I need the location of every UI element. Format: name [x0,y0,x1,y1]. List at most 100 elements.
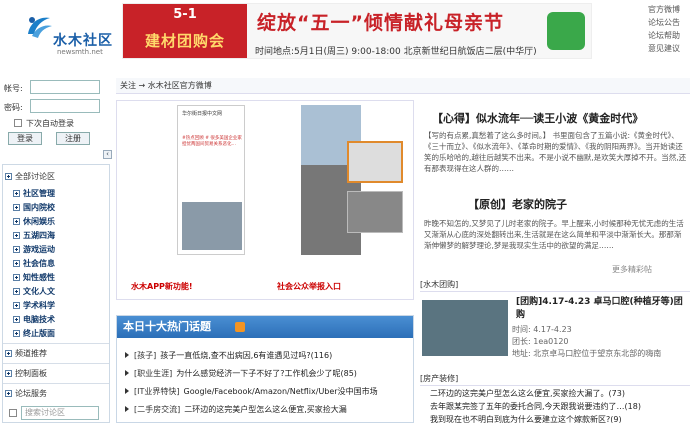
weibo-image-photo [182,202,242,250]
tuangou-title[interactable]: [团购]4.17-4.23 卓马口腔(种植牙等)团购 [516,296,688,322]
house-topic-title: 我到现在也不明白到底为什么要建立这个嫁款新区? [430,415,611,423]
hot-topic-count: (85) [340,369,357,378]
sidebar-item-regions[interactable]: 五湖四海 [13,230,55,241]
weibo-image-title: 华尔街日报中文网 [182,111,223,117]
banner-subtitle: 时间地点:5月1日(周三) 9:00-18:00 北京新世纪日航饭店二层(中华厅… [255,47,537,57]
hot-topic-title: 为什么感觉经济一下子不好了?工作机会少了呢 [176,369,341,378]
divider [3,343,109,344]
logo-swirl-icon [28,17,52,38]
plus-icon [13,190,20,197]
arrow-right-icon [125,388,129,394]
hot-topic-board: [IT业界特快] [134,387,180,396]
sidebar-item-science[interactable]: 学术科学 [13,300,55,311]
sidebar-item-schools[interactable]: 国内院校 [13,202,55,213]
top-links: 官方微博 论坛公告 论坛帮助 意见建议 [648,3,690,55]
sidebar-item-culture[interactable]: 文化人文 [13,286,55,297]
site-logo[interactable]: 水木社区 newsmth.net [20,8,120,58]
sidebar-item-label: 文化人文 [23,287,55,296]
minus-icon [5,173,12,180]
username-label: 帐号: [4,84,23,93]
divider [3,363,109,364]
weibo-thumbnail[interactable] [347,191,403,233]
house-topic-count: (9) [610,415,622,423]
sidebar-item-admin[interactable]: 社区管理 [13,188,55,199]
auto-login-label: 下次自动登录 [26,119,74,128]
hot-topic[interactable]: [IT业界特快] Google/Facebook/Amazon/Netflix/U… [125,386,378,397]
sidebar-item-closed[interactable]: 终止版面 [13,328,55,339]
plus-icon [13,232,20,239]
sidebar-item-games[interactable]: 游戏运动 [13,244,55,255]
sidebar-item-society[interactable]: 社会信息 [13,258,55,269]
article-title[interactable]: 【原创】老家的院子 [468,196,567,212]
hot-topic[interactable]: [孩子] 孩子一直低烧,查不出病因,6有谁遇见过吗?(116) [125,350,332,361]
article-excerpt: 【写的有点累,真愁着了这么多时间。】 书里面包含了五篇小说:《黄金时代》、《三十… [424,131,687,173]
house-topic[interactable]: 去年跟某完签了五年的委托合同,今天跟我说要违约了…(18) [430,401,641,412]
ad-banner[interactable]: 5-1 建材团购会 绽放“五一”倾情献礼母亲节 时间地点:5月1日(周三) 9:… [122,3,592,59]
sidebar-service[interactable]: 论坛服务 [5,388,47,399]
link-help[interactable]: 论坛帮助 [648,29,690,42]
rss-icon[interactable] [235,322,245,332]
login-button[interactable]: 登录 [8,132,42,145]
plus-icon [13,260,20,267]
more-link[interactable]: 更多精彩帖 [612,264,652,275]
sidebar-item-computer[interactable]: 电脑技术 [13,314,55,325]
sidebar-service-label: 论坛服务 [15,389,47,398]
plus-icon [13,288,20,295]
sidebar-item-label: 游戏运动 [23,245,55,254]
sidebar-recommend[interactable]: 频道推荐 [5,348,47,359]
auto-login-checkbox[interactable] [14,119,22,127]
divider [3,383,109,384]
hot-topic-count: (116) [310,351,333,360]
sidebar: 全部讨论区 社区管理 国内院校 休闲娱乐 五湖四海 游戏运动 社会信息 知性感性… [2,164,110,423]
sidebar-collapse-button[interactable]: ‹ [103,150,112,159]
board-search-input[interactable]: 搜索讨论区 [21,406,99,420]
search-checkbox[interactable] [9,409,17,417]
tuangou-image[interactable] [422,300,508,356]
logo-name: 水木社区 [53,33,113,49]
section-tuangou[interactable]: [水木团购] [420,278,690,292]
weibo-panel: 华尔街日报中文网 #热点回顾 # 很多美国企业家担忧两国间贸易关系恶化… 水木A… [116,100,414,300]
weibo-post-image[interactable]: 华尔街日报中文网 #热点回顾 # 很多美国企业家担忧两国间贸易关系恶化… [177,105,245,255]
password-input[interactable] [30,99,100,113]
plus-icon [5,370,12,377]
page-root: 水木社区 newsmth.net 5-1 建材团购会 绽放“五一”倾情献礼母亲节… [0,0,690,423]
sidebar-control-panel[interactable]: 控制面板 [5,368,47,379]
sidebar-control-label: 控制面板 [15,369,47,378]
sidebar-item-emotion[interactable]: 知性感性 [13,272,55,283]
tuangou-leader[interactable]: 团长: 1ea0120 [512,336,569,347]
report-entry-link[interactable]: 社会公众举报入口 [277,281,341,292]
username-input[interactable] [30,80,100,94]
sidebar-all-label: 全部讨论区 [15,172,55,181]
sidebar-item-label: 休闲娱乐 [23,217,55,226]
weibo-thumbnail[interactable] [347,141,403,183]
top10-panel: 本日十大热门话题 [孩子] 孩子一直低烧,查不出病因,6有谁遇见过吗?(116) … [116,315,414,423]
sidebar-item-label: 终止版面 [23,329,55,338]
plus-icon [13,302,20,309]
plus-icon [13,246,20,253]
link-feedback[interactable]: 意见建议 [648,42,690,55]
article-title[interactable]: 【心得】似水流年──读王小波《黄金时代》 [432,110,643,126]
article-excerpt: 昨晚不知怎的,又梦见了儿时老家的院子。早上醒来,小时候那种无忧无虑的生活又渐渐从… [424,219,684,250]
house-topic[interactable]: 二环边的这完美户型怎么这么便宜,买家捡大漏了。(73) [430,388,625,399]
link-announce[interactable]: 论坛公告 [648,16,690,29]
sidebar-item-leisure[interactable]: 休闲娱乐 [13,216,55,227]
register-button[interactable]: 注册 [56,132,90,145]
hot-topic-title: 孩子一直低烧,查不出病因,6有谁遇见过吗? [160,351,311,360]
sidebar-item-label: 知性感性 [23,273,55,282]
app-feature-link[interactable]: 水木APP新功能! [131,281,193,292]
plus-icon [13,330,20,337]
house-topic-title: 去年跟某完签了五年的委托合同,今天跟我说要违约了… [430,402,625,411]
sidebar-all-boards[interactable]: 全部讨论区 [5,171,55,182]
house-topic[interactable]: 我到现在也不明白到底为什么要建立这个嫁款新区?(9) [430,414,622,423]
link-weibo[interactable]: 官方微博 [648,3,690,16]
hot-topic[interactable]: [职业生涯] 为什么感觉经济一下子不好了?工作机会少了呢(85) [125,368,357,379]
breadcrumb[interactable]: 关注 → 水木社区官方微博 [116,78,690,94]
section-house[interactable]: [房产装修] [420,372,690,386]
right-column: 【心得】似水流年──读王小波《黄金时代》 【写的有点累,真愁着了这么多时间。】 … [420,100,690,423]
plus-icon [13,204,20,211]
banner-logo-icon [547,12,585,50]
house-topic-count: (73) [608,389,625,398]
top10-title: 本日十大热门话题 [117,316,413,338]
hot-topic[interactable]: [二手房交流] 二环边的这完美户型怎么这么便宜,买家捡大漏 [125,404,347,415]
hot-topic-board: [职业生涯] [134,369,173,378]
